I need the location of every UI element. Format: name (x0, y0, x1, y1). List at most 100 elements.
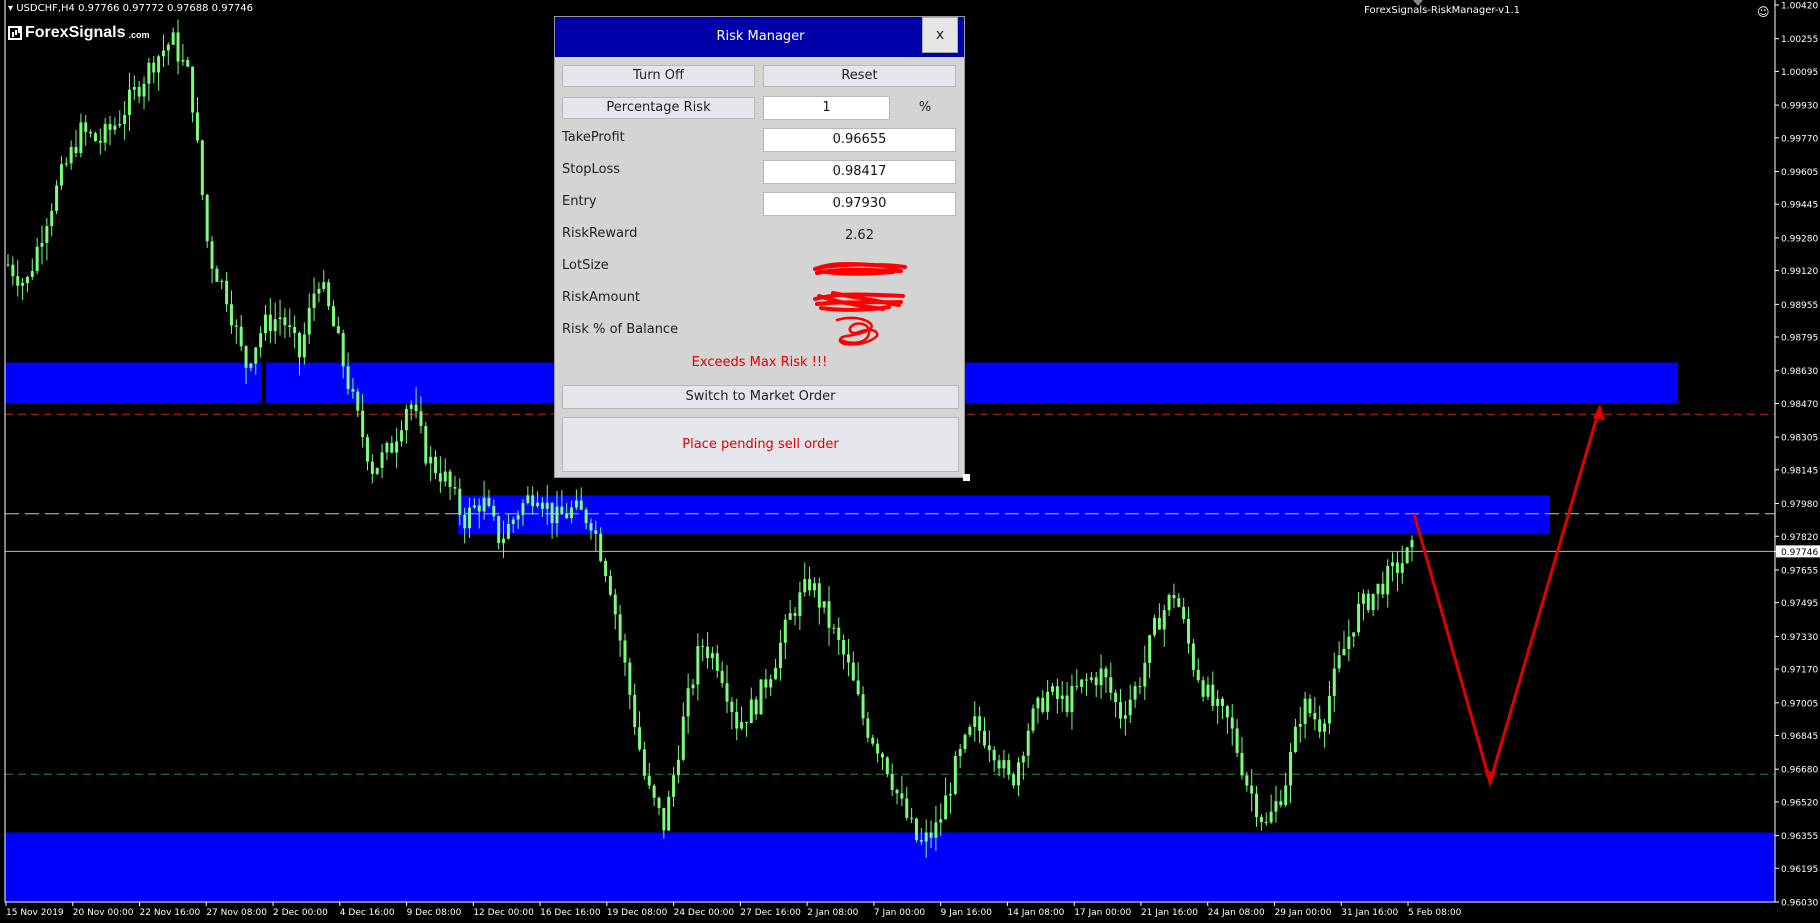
candle-body (142, 83, 146, 97)
candle-body (84, 122, 88, 132)
candle-body (681, 716, 685, 760)
candle-body (288, 325, 292, 328)
candle-body (1395, 562, 1399, 573)
stop-loss-label: StopLoss (562, 162, 621, 177)
price-tick-label: 1.00255 (1781, 35, 1818, 45)
candle-body (1119, 702, 1123, 719)
candle-body (370, 461, 374, 474)
candle-body (50, 210, 54, 227)
candle-body (1041, 697, 1045, 712)
candle-body (545, 502, 549, 509)
candle-body (244, 346, 248, 368)
dropdown-triangle-icon[interactable]: ▾ (8, 3, 13, 14)
candle-body (21, 283, 25, 286)
candle-body (1318, 719, 1322, 732)
candle-body (1347, 636, 1351, 649)
candle-body (579, 500, 583, 510)
candle-body (64, 163, 68, 165)
candle-body (720, 670, 724, 684)
candle-body (1080, 679, 1084, 687)
candle-body (1143, 662, 1147, 687)
candle-body (982, 730, 986, 746)
candle-body (856, 680, 860, 695)
candle-body (725, 683, 729, 702)
candle-body (1153, 617, 1157, 636)
brand-logo: ForexSignals .com (8, 24, 150, 42)
candle-body (400, 430, 404, 442)
candle-body (1264, 821, 1268, 823)
candle-body (783, 619, 787, 643)
candle-body (774, 667, 778, 680)
candle-body (672, 775, 676, 797)
candle-body (647, 775, 651, 786)
candle-body (186, 59, 190, 67)
resize-grip[interactable] (963, 474, 970, 481)
candle-body (1157, 617, 1161, 630)
candle-body (1060, 695, 1064, 699)
candle-body (1167, 595, 1171, 611)
candle-body (642, 749, 646, 776)
price-tick-label: 0.98630 (1781, 367, 1818, 377)
candle-body (808, 579, 812, 591)
zone-mid-zone (458, 495, 1550, 535)
price-tick-label: 0.98145 (1781, 466, 1818, 476)
time-tick-label: 27 Dec 16:00 (740, 908, 801, 918)
price-tick-label: 0.99770 (1781, 134, 1818, 144)
candle-body (346, 366, 350, 390)
entry-input[interactable]: 0.97930 (763, 192, 956, 216)
candle-body (322, 282, 326, 289)
candle-body (963, 734, 967, 750)
candle-body (366, 437, 370, 462)
candle-body (968, 726, 972, 735)
turn-off-button[interactable]: Turn Off (562, 65, 755, 87)
candle-body (225, 280, 229, 305)
candle-body (861, 694, 865, 719)
price-tick-label: 0.99605 (1781, 168, 1818, 178)
switch-market-order-button[interactable]: Switch to Market Order (562, 385, 959, 409)
stop-loss-input[interactable]: 0.98417 (763, 160, 956, 184)
risk-value-input[interactable]: 1 (763, 96, 890, 120)
candle-body (1123, 715, 1127, 719)
risk-manager-panel[interactable]: Risk Manager x Turn Off Reset Percentage… (554, 16, 965, 478)
candle-body (1376, 583, 1380, 594)
close-button[interactable]: x (922, 17, 958, 53)
candle-body (769, 679, 773, 688)
candle-body (570, 507, 574, 519)
candle-body (560, 506, 564, 515)
candle-body (434, 456, 438, 474)
candle-body (1235, 728, 1239, 753)
candle-body (1225, 706, 1229, 718)
candle-body (715, 653, 719, 671)
reset-button[interactable]: Reset (763, 65, 956, 87)
candle-body (710, 653, 714, 659)
candle-body (696, 646, 700, 685)
candle-body (1245, 775, 1249, 786)
candle-body (1089, 677, 1093, 680)
candle-body (443, 471, 447, 482)
candle-body (798, 592, 802, 616)
candle-body (638, 727, 642, 750)
risk-mode-button[interactable]: Percentage Risk (562, 97, 755, 119)
candle-body (730, 701, 734, 712)
candle-body (16, 276, 20, 286)
candle-body (55, 185, 59, 211)
candle-body (468, 507, 472, 529)
candle-body (1007, 760, 1011, 775)
candle-body (59, 164, 63, 186)
candle-body (744, 722, 748, 724)
take-profit-input[interactable]: 0.96655 (763, 128, 956, 152)
risk-reward-label: RiskReward (562, 226, 638, 241)
time-tick-label: 7 Jan 00:00 (874, 908, 926, 918)
candle-body (1400, 563, 1404, 573)
candle-body (1259, 816, 1263, 822)
price-tick-label: 0.99445 (1781, 201, 1818, 211)
risk-unit: % (918, 100, 932, 115)
time-tick-label: 15 Nov 2019 (6, 908, 64, 918)
candle-body (1148, 635, 1152, 663)
candle-body (958, 749, 962, 756)
candle-body (200, 140, 204, 195)
candle-body (1094, 677, 1098, 686)
place-order-button[interactable]: Place pending sell order (562, 417, 959, 472)
candle-body (429, 456, 433, 464)
candle-body (458, 488, 462, 515)
